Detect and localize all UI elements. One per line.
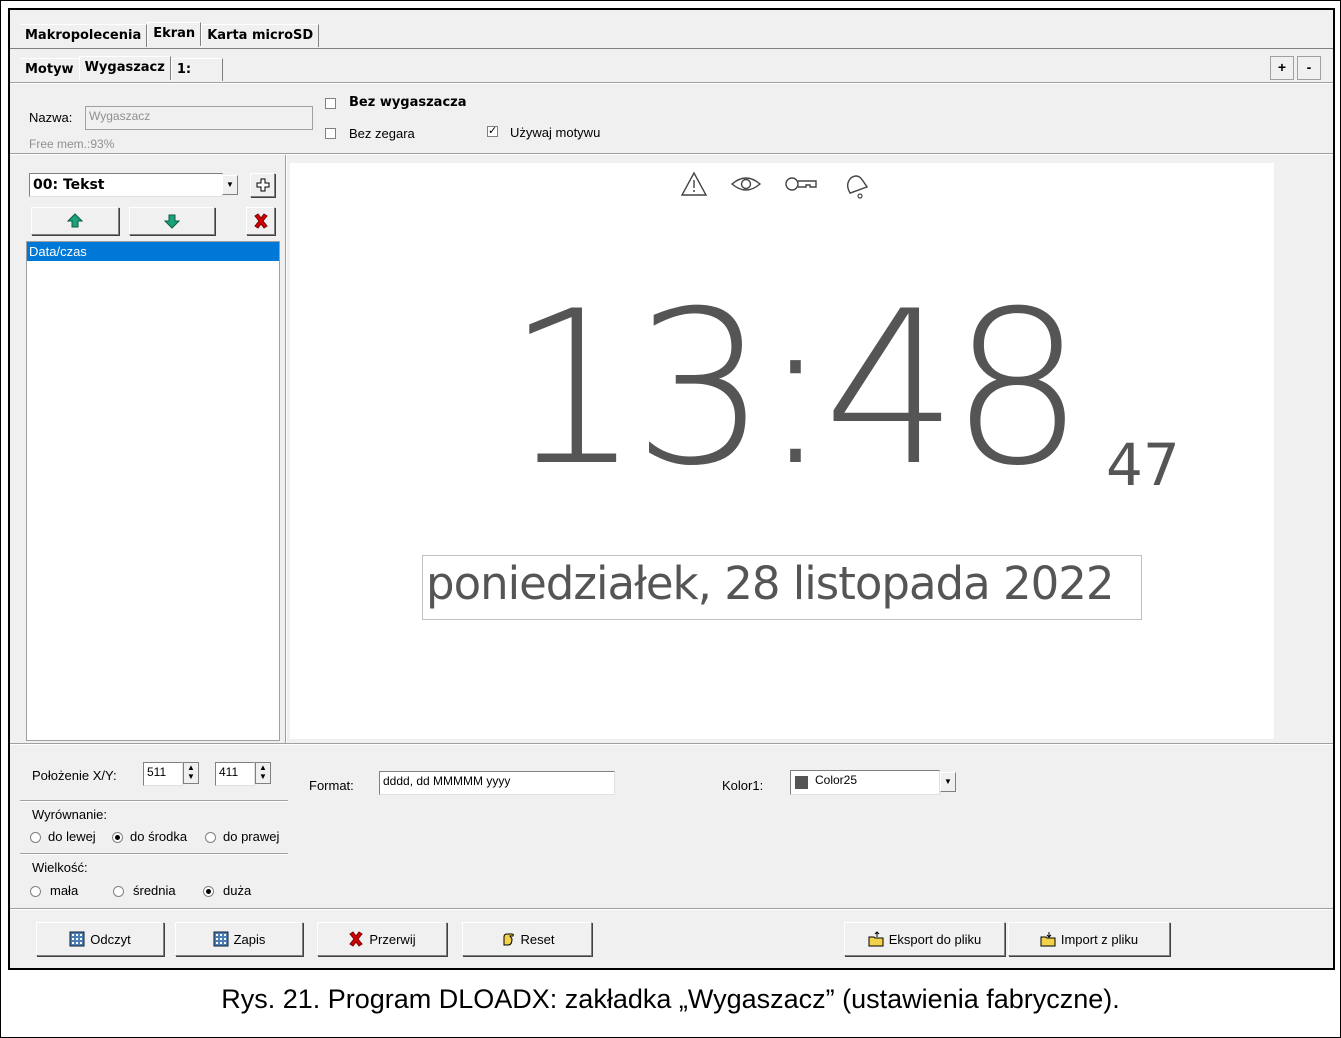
color-swatch bbox=[795, 776, 808, 789]
no-screensaver-checkbox[interactable] bbox=[325, 98, 336, 109]
date-text: poniedziałek, 28 listopada 2022 bbox=[426, 557, 1115, 610]
read-label: Odczyt bbox=[90, 931, 131, 947]
no-screensaver-label: Bez wygaszacza bbox=[349, 95, 467, 110]
use-theme-checkbox[interactable]: ✓ bbox=[487, 126, 498, 137]
panel-divider bbox=[285, 155, 287, 745]
size-small-label: mała bbox=[50, 883, 79, 898]
reset-hand-icon bbox=[503, 933, 514, 946]
clock-time: 13:48 bbox=[506, 265, 1085, 512]
size-medium-radio[interactable] bbox=[113, 886, 124, 897]
sub-tab-bar: Motyw Wygaszacz 1: bbox=[20, 56, 223, 81]
tab-ekran[interactable]: Ekran bbox=[147, 22, 202, 46]
element-type-select[interactable]: 00: Tekst bbox=[29, 173, 223, 197]
size-large-label: duża bbox=[223, 883, 252, 898]
position-x-spinner[interactable]: ▲ ▼ bbox=[183, 762, 199, 784]
position-y-spinner[interactable]: ▲ ▼ bbox=[255, 762, 271, 784]
export-label: Eksport do pliku bbox=[888, 931, 982, 947]
delete-element-button[interactable] bbox=[246, 207, 275, 235]
color-select[interactable]: Color25 bbox=[790, 770, 940, 795]
export-button[interactable]: Eksport do pliku bbox=[844, 922, 1005, 956]
align-label: Wyrównanie: bbox=[32, 807, 108, 822]
format-label: Format: bbox=[309, 778, 354, 793]
align-center-radio[interactable] bbox=[112, 832, 123, 843]
color-value: Color25 bbox=[815, 773, 858, 787]
name-label: Nazwa: bbox=[29, 110, 73, 125]
size-small-radio[interactable] bbox=[30, 886, 41, 897]
key-icon bbox=[785, 177, 817, 191]
no-clock-label: Bez zegara bbox=[349, 126, 415, 141]
arrow-down-icon bbox=[164, 214, 180, 229]
tab-motyw[interactable]: Motyw bbox=[20, 58, 79, 81]
move-down-button[interactable] bbox=[129, 207, 215, 235]
figure-caption: Rys. 21. Program DLOADX: zakładka „Wygas… bbox=[221, 984, 1120, 1014]
divider bbox=[10, 743, 1333, 745]
position-y-input[interactable]: 411 bbox=[215, 762, 255, 786]
align-center-label: do środka bbox=[130, 829, 188, 844]
screensaver-preview[interactable]: 13:48 47 poniedziałek, 28 listopada 2022 bbox=[290, 163, 1274, 739]
dloadx-window: Makropolecenia Ekran Karta microSD Motyw… bbox=[8, 8, 1335, 970]
zoom-in-button[interactable]: + bbox=[1270, 56, 1294, 80]
tab-baseline bbox=[10, 48, 1333, 49]
warning-icon bbox=[680, 171, 708, 196]
align-right-radio[interactable] bbox=[205, 832, 216, 843]
divider bbox=[10, 153, 1333, 155]
folder-import-icon bbox=[1040, 932, 1056, 947]
size-medium-label: średnia bbox=[133, 883, 176, 898]
name-field[interactable]: Wygaszacz bbox=[85, 106, 313, 130]
align-left-radio[interactable] bbox=[30, 832, 41, 843]
import-button[interactable]: Import z pliku bbox=[1008, 922, 1170, 956]
read-button[interactable]: Odczyt bbox=[36, 922, 164, 956]
write-label: Zapis bbox=[233, 931, 266, 947]
zoom-out-button[interactable]: - bbox=[1297, 56, 1321, 80]
clock-seconds: 47 bbox=[1106, 431, 1180, 499]
list-item[interactable]: Data/czas bbox=[27, 242, 279, 261]
tab-ekran-1[interactable]: 1: bbox=[170, 58, 223, 81]
divider bbox=[20, 853, 288, 855]
use-theme-label: Używaj motywu bbox=[510, 125, 601, 140]
element-list[interactable]: Data/czas bbox=[26, 241, 280, 741]
reset-label: Reset bbox=[520, 931, 555, 947]
status-icons bbox=[680, 171, 870, 201]
abort-label: Przerwij bbox=[369, 931, 416, 947]
plus-icon bbox=[256, 178, 269, 192]
element-type-dropdown-arrow[interactable]: ▼ bbox=[222, 175, 238, 195]
divider bbox=[10, 908, 1333, 910]
import-label: Import z pliku bbox=[1060, 931, 1139, 947]
color-label: Kolor1: bbox=[722, 778, 764, 793]
abort-button[interactable]: Przerwij bbox=[317, 922, 447, 956]
position-label: Położenie X/Y: bbox=[32, 768, 117, 783]
align-left-label: do lewej bbox=[48, 829, 96, 844]
tab-wygaszacz[interactable]: Wygaszacz bbox=[78, 56, 171, 80]
add-element-button[interactable] bbox=[250, 173, 275, 197]
eye-icon bbox=[730, 177, 762, 191]
divider bbox=[20, 800, 288, 802]
align-right-label: do prawej bbox=[223, 829, 280, 844]
tab-karta-microsd[interactable]: Karta microSD bbox=[201, 24, 320, 47]
free-memory-label: Free mem.:93% bbox=[29, 137, 115, 151]
keypad-icon bbox=[213, 931, 229, 947]
format-input[interactable]: dddd, dd MMMMM yyyy bbox=[379, 771, 615, 795]
reset-button[interactable]: Reset bbox=[462, 922, 592, 956]
move-up-button[interactable] bbox=[31, 207, 119, 235]
delete-x-icon bbox=[253, 213, 268, 229]
write-button[interactable]: Zapis bbox=[175, 922, 303, 956]
size-label: Wielkość: bbox=[32, 860, 88, 875]
folder-export-icon bbox=[868, 931, 884, 947]
tab-makropolecenia[interactable]: Makropolecenia bbox=[20, 24, 148, 47]
position-x-input[interactable]: 511 bbox=[143, 762, 183, 786]
no-clock-checkbox[interactable] bbox=[325, 128, 336, 139]
divider bbox=[10, 82, 1333, 84]
color-dropdown-arrow[interactable]: ▼ bbox=[940, 772, 956, 792]
size-large-radio[interactable] bbox=[203, 886, 214, 897]
bell-icon bbox=[846, 175, 869, 199]
arrow-up-icon bbox=[67, 213, 83, 228]
top-tab-bar: Makropolecenia Ekran Karta microSD bbox=[20, 22, 320, 47]
keypad-icon bbox=[69, 931, 85, 947]
abort-x-icon bbox=[349, 931, 364, 947]
